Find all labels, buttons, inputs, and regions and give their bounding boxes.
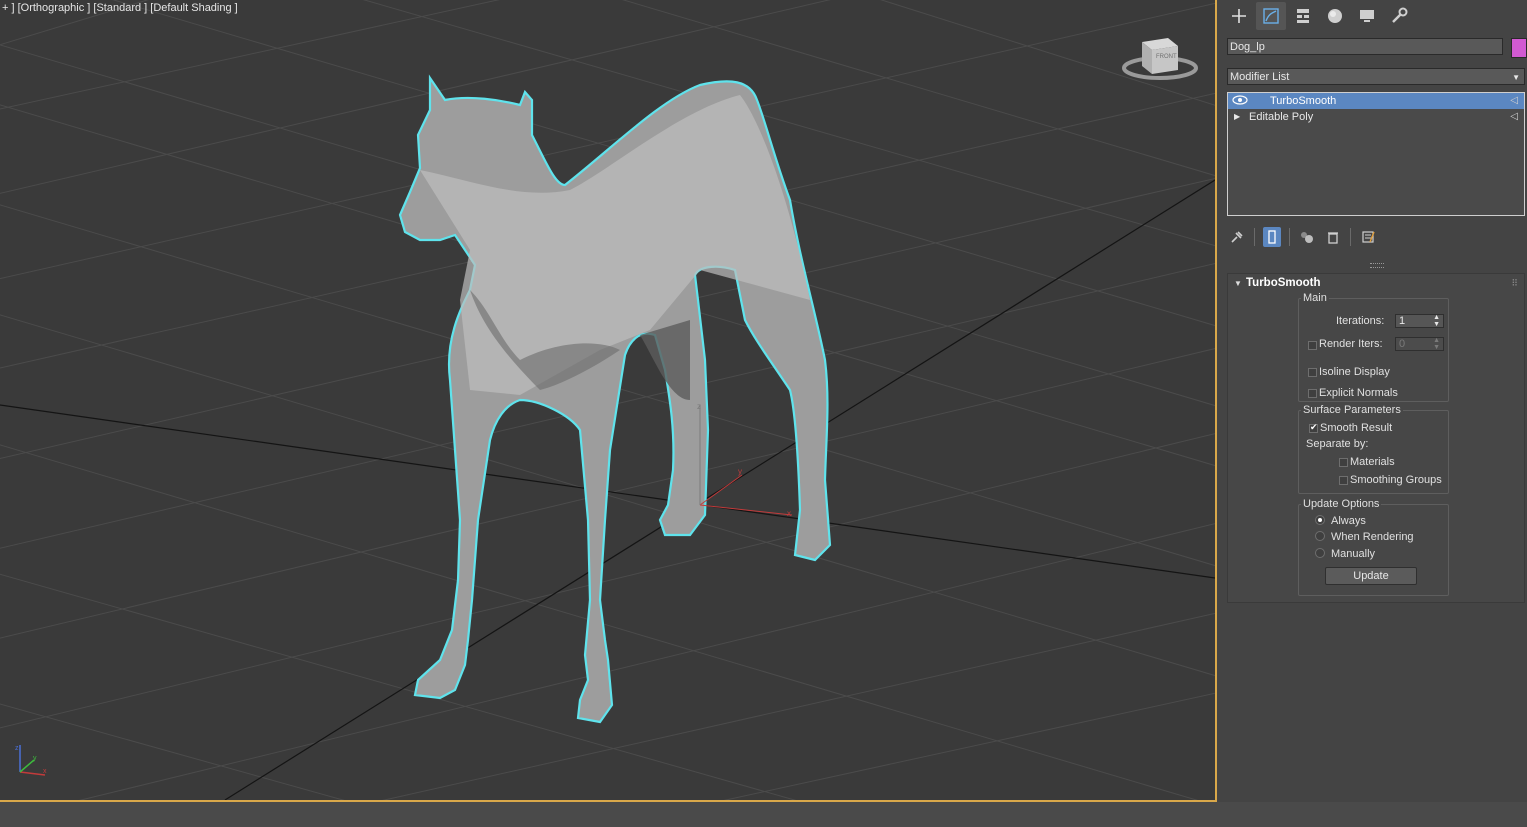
isoline-display-label: Isoline Display — [1319, 366, 1390, 378]
display-icon — [1360, 10, 1374, 22]
transform-gizmo[interactable]: x y z — [697, 402, 793, 518]
spinner-arrows-icon[interactable]: ▲ ▼ — [1433, 337, 1440, 351]
command-panel: Dog_lp Modifier List ▼ TurboSmooth ◁ ▶ E… — [1220, 0, 1527, 800]
plus-icon — [1232, 9, 1246, 23]
separate-by-label: Separate by: — [1306, 438, 1369, 450]
explicit-normals-label: Explicit Normals — [1319, 387, 1398, 399]
render-iters-spinner[interactable]: 0 ▲ ▼ — [1395, 337, 1444, 351]
status-bar — [0, 802, 1527, 827]
object-name-field[interactable]: Dog_lp — [1227, 38, 1503, 55]
stack-item-editable-poly[interactable]: ▶ Editable Poly ◁ — [1228, 109, 1524, 125]
svg-text:x: x — [787, 509, 791, 518]
panel-resize-grip[interactable] — [1370, 263, 1384, 268]
explicit-normals-checkbox[interactable] — [1308, 389, 1317, 398]
svg-text:y: y — [33, 755, 37, 762]
update-button[interactable]: Update — [1325, 567, 1417, 585]
motion-tab[interactable] — [1320, 2, 1350, 30]
stack-item-label: Editable Poly — [1249, 111, 1314, 123]
manually-label: Manually — [1331, 548, 1376, 560]
hierarchy-icon — [1297, 9, 1309, 23]
divider — [1350, 228, 1351, 246]
surface-parameters-legend: Surface Parameters — [1303, 404, 1401, 416]
create-tab[interactable] — [1224, 2, 1254, 30]
modifier-stack: TurboSmooth ◁ ▶ Editable Poly ◁ — [1227, 92, 1525, 216]
divider — [1289, 228, 1290, 246]
modify-icon — [1263, 8, 1279, 24]
command-panel-tabs — [1224, 2, 1414, 30]
make-unique-button[interactable] — [1298, 227, 1316, 247]
object-color-swatch[interactable] — [1511, 38, 1527, 58]
when-rendering-radio[interactable] — [1315, 531, 1325, 541]
materials-checkbox[interactable] — [1339, 458, 1348, 467]
pin-icon — [1231, 231, 1243, 243]
update-options-legend: Update Options — [1303, 498, 1380, 510]
main-legend: Main — [1303, 292, 1327, 304]
svg-text:z: z — [697, 402, 701, 411]
display-tab[interactable] — [1352, 2, 1382, 30]
always-radio[interactable] — [1315, 515, 1325, 525]
surface-parameters-group: Surface Parameters Smooth Result Separat… — [1298, 404, 1449, 494]
viewcube[interactable]: FRONT — [1120, 28, 1200, 88]
pin-stack-button[interactable] — [1228, 227, 1246, 247]
modifier-list-label: Modifier List — [1230, 71, 1290, 83]
pin-stack-end-icon: ◁ — [1510, 111, 1518, 122]
update-options-group: Update Options Always When Rendering Man… — [1298, 498, 1449, 596]
pin-stack-end-icon: ◁ — [1510, 95, 1518, 106]
motion-icon — [1328, 9, 1342, 23]
perspective-viewport[interactable]: x y z z x y + ] [Orthographic ] [Standar… — [0, 0, 1217, 802]
main-group: Main Iterations: 1 ▲ ▼ Render Iters: 0 ▲ ▼… — [1298, 292, 1449, 402]
turbosmooth-rollout: ▼ TurboSmooth ⠿ Main Iterations: 1 ▲ ▼ Re… — [1227, 273, 1525, 603]
configure-sets-icon — [1362, 231, 1375, 243]
rollout-title[interactable]: TurboSmooth — [1246, 277, 1321, 289]
always-label: Always — [1331, 515, 1366, 527]
make-unique-icon — [1301, 232, 1313, 243]
render-iters-label: Render Iters: — [1319, 338, 1383, 350]
viewport-label[interactable]: + ] [Orthographic ] [Standard ] [Default… — [2, 2, 238, 14]
smoothing-groups-label: Smoothing Groups — [1350, 474, 1442, 486]
isoline-display-checkbox[interactable] — [1308, 368, 1317, 377]
iterations-label: Iterations: — [1336, 315, 1385, 327]
spinner-arrows-icon[interactable]: ▲ ▼ — [1433, 314, 1440, 328]
expand-triangle-icon[interactable]: ▶ — [1234, 109, 1240, 125]
divider — [1254, 228, 1255, 246]
stack-toolbar — [1228, 226, 1377, 248]
utilities-tab[interactable] — [1384, 2, 1414, 30]
modify-tab[interactable] — [1256, 2, 1286, 30]
modifier-list-dropdown[interactable]: Modifier List ▼ — [1227, 68, 1525, 85]
svg-text:y: y — [738, 467, 742, 476]
configure-modifier-sets-button[interactable] — [1359, 227, 1377, 247]
iterations-spinner[interactable]: 1 ▲ ▼ — [1395, 314, 1444, 328]
remove-modifier-button[interactable] — [1324, 227, 1342, 247]
render-iters-value: 0 — [1399, 338, 1406, 350]
hierarchy-tab[interactable] — [1288, 2, 1318, 30]
world-axis-tripod: z x y — [15, 745, 47, 776]
smoothing-groups-checkbox[interactable] — [1339, 476, 1348, 485]
dog-model[interactable] — [398, 74, 832, 724]
smooth-result-checkbox[interactable] — [1309, 422, 1318, 433]
when-rendering-label: When Rendering — [1331, 531, 1414, 543]
rollout-drag-handle[interactable]: ⠿ — [1511, 278, 1518, 289]
utilities-icon — [1392, 7, 1408, 23]
viewport-grid: x y z z x y — [0, 0, 1215, 800]
viewcube-face-label: FRONT — [1156, 54, 1177, 60]
smooth-result-label: Smooth Result — [1320, 422, 1393, 434]
trash-icon — [1328, 232, 1338, 244]
materials-label: Materials — [1350, 456, 1395, 468]
chevron-down-icon: ▼ — [1512, 73, 1520, 82]
iterations-value: 1 — [1399, 315, 1406, 327]
svg-text:z: z — [15, 745, 19, 752]
stack-item-turbosmooth[interactable]: TurboSmooth ◁ — [1228, 93, 1524, 109]
collapse-triangle-icon[interactable]: ▼ — [1234, 279, 1242, 288]
svg-text:x: x — [43, 768, 47, 775]
show-end-result-icon — [1268, 230, 1276, 244]
eye-icon[interactable] — [1232, 94, 1248, 106]
stack-item-label: TurboSmooth — [1270, 95, 1337, 107]
render-iters-checkbox[interactable] — [1308, 341, 1317, 350]
manually-radio[interactable] — [1315, 548, 1325, 558]
show-end-result-button[interactable] — [1263, 227, 1281, 247]
